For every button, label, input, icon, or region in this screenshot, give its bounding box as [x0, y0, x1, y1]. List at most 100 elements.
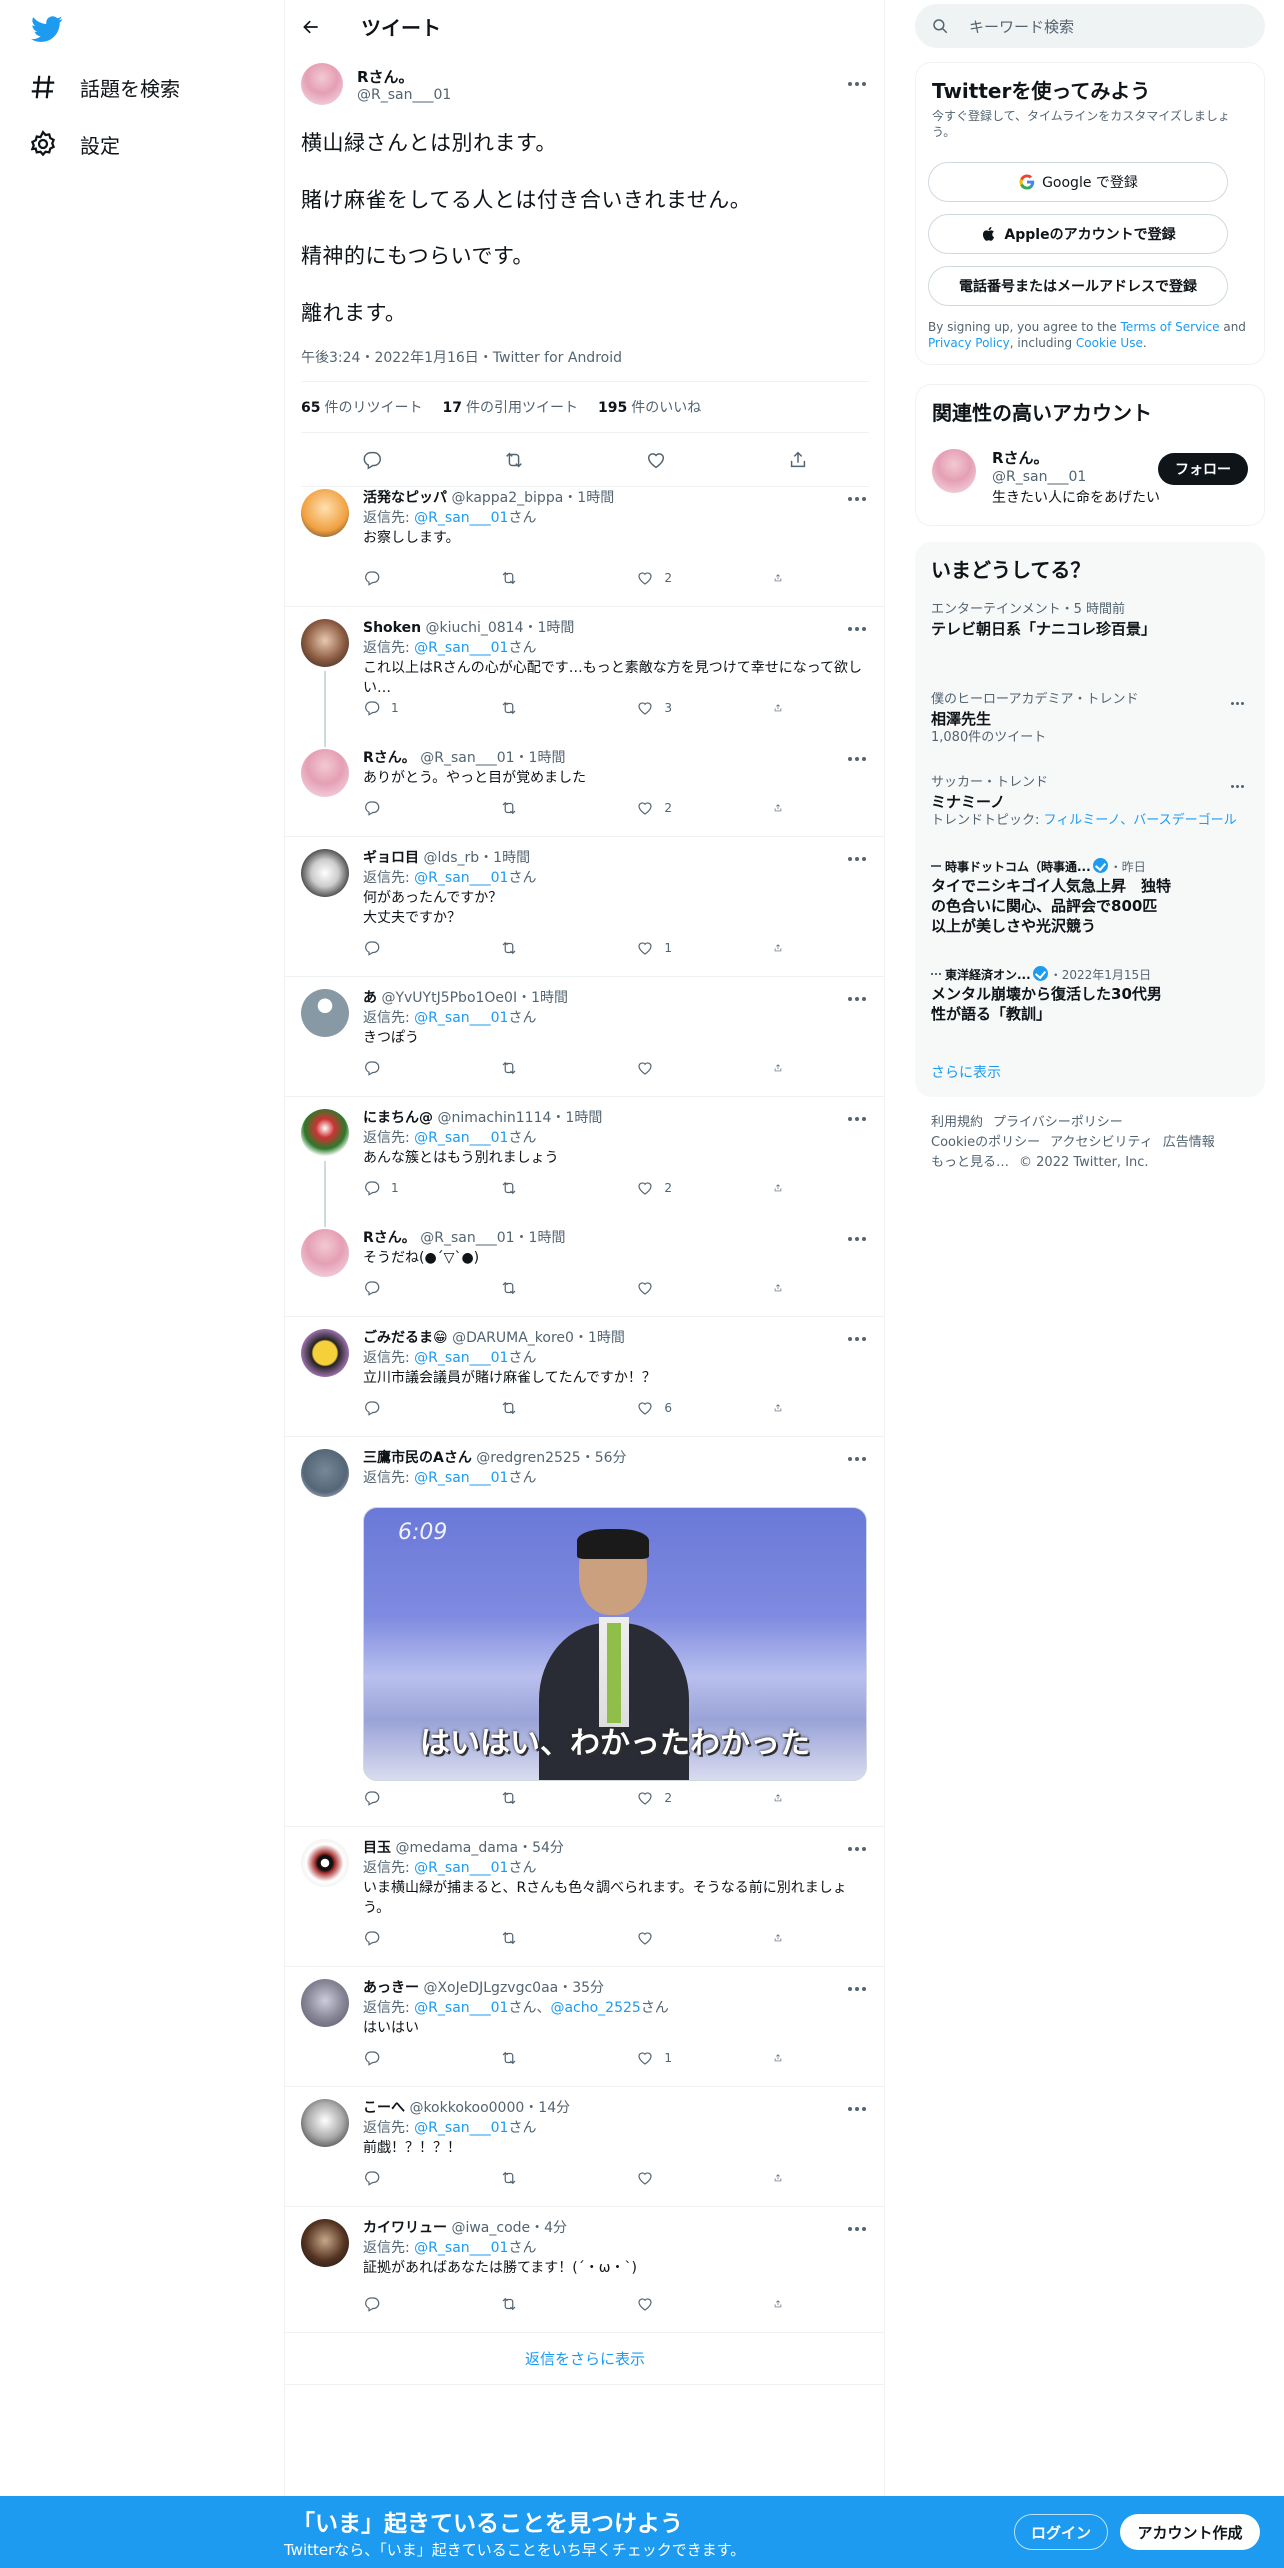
reply-author-handle[interactable]: @iwa_code	[451, 2220, 530, 2236]
share-icon[interactable]	[787, 449, 809, 471]
mention-link[interactable]: @R_san___01	[414, 870, 508, 886]
reply-button[interactable]	[363, 2169, 453, 2187]
avatar[interactable]	[301, 989, 349, 1037]
reply-button[interactable]	[363, 1399, 453, 1417]
author-handle[interactable]: @R_san___01	[357, 87, 451, 103]
reply-tweet[interactable]: ギョロ目 @lds_rb・1時間 返信先: @R_san___01さん 何があったん…	[285, 837, 885, 977]
like-button[interactable]	[636, 2169, 726, 2187]
reply-time[interactable]: ・1時間	[563, 490, 614, 506]
reply-author-handle[interactable]: @R_san___01	[420, 1230, 514, 1246]
reply-button[interactable]	[363, 569, 453, 587]
news-item[interactable]: 東洋経済オン... ・2022年1月15日 メンタル崩壊から復活した30代男性が語…	[931, 966, 1249, 1024]
reply-author-name[interactable]: 三鷹市民のAさん	[363, 1450, 472, 1466]
retweet-button[interactable]	[500, 1059, 590, 1077]
more-icon[interactable]	[845, 74, 869, 94]
mention-link[interactable]: @R_san___01	[414, 1130, 508, 1146]
reply-time[interactable]: ・1時間	[574, 1330, 625, 1346]
mention-link[interactable]: @R_san___01	[414, 1860, 508, 1876]
footer-cookie[interactable]: Cookieのポリシー	[931, 1135, 1040, 1150]
avatar[interactable]	[301, 2219, 349, 2267]
reply-time[interactable]: ・54分	[518, 1840, 564, 1856]
reply-author-handle[interactable]: @YvUYtJ5Pbo1Oe0I	[381, 990, 517, 1006]
avatar[interactable]	[301, 619, 349, 667]
reply-button[interactable]	[363, 2049, 453, 2067]
reply-tweet[interactable]: 三鷹市民のAさん @redgren2525・56分 返信先: @R_san___0…	[285, 1437, 885, 1827]
mention-link[interactable]: @R_san___01	[414, 640, 508, 656]
twitter-logo-icon[interactable]	[30, 14, 64, 44]
mention-link[interactable]: @acho_2525	[550, 2000, 640, 2016]
reply-tweet[interactable]: あ @YvUYtJ5Pbo1Oe0I・1時間 返信先: @R_san___01さん…	[285, 977, 885, 1097]
mention-link[interactable]: @R_san___01	[414, 510, 508, 526]
author-name[interactable]: Rさん。	[357, 66, 451, 87]
reply-tweet[interactable]: にまちん@ @nimachin1114・1時間 返信先: @R_san___01さ…	[285, 1097, 885, 1217]
reply-time[interactable]: ・35分	[558, 1980, 604, 1996]
nav-settings[interactable]: 設定	[28, 116, 120, 172]
footer-terms[interactable]: 利用規約	[931, 1115, 983, 1130]
reply-tweet[interactable]: あっきー @XoJeDJLgzvgc0aa・35分 返信先: @R_san___0…	[285, 1967, 885, 2087]
footer-ads[interactable]: 広告情報	[1163, 1135, 1215, 1150]
avatar[interactable]	[301, 1979, 349, 2027]
reply-tweet[interactable]: 目玉 @medama_dama・54分 返信先: @R_san___01さん いま横…	[285, 1827, 885, 1967]
share-button[interactable]	[773, 1929, 793, 1947]
like-button[interactable]: 2	[636, 569, 726, 587]
more-icon[interactable]	[1225, 695, 1249, 711]
reply-button[interactable]	[363, 1059, 453, 1077]
reply-author-name[interactable]: こーへ	[363, 2100, 405, 2116]
avatar[interactable]	[301, 1839, 349, 1887]
mention-link[interactable]: @R_san___01	[414, 2120, 508, 2136]
share-button[interactable]	[773, 699, 793, 717]
retweet-button[interactable]	[500, 799, 590, 817]
retweet-button[interactable]	[500, 2169, 590, 2187]
share-button[interactable]	[773, 1279, 793, 1297]
avatar[interactable]	[301, 1229, 349, 1277]
heart-icon[interactable]	[645, 449, 667, 471]
trend-item[interactable]: 僕のヒーローアカデミア・トレンド 相澤先生 1,080件のツイート	[931, 691, 1249, 747]
reply-author-handle[interactable]: @R_san___01	[420, 750, 514, 766]
mention-link[interactable]: @R_san___01	[414, 1010, 508, 1026]
reply-icon[interactable]	[361, 449, 383, 471]
reply-author-name[interactable]: Shoken	[363, 620, 421, 636]
tweet-timestamp[interactable]: 午後3:24・2022年1月16日・Twitter for Android	[301, 347, 869, 367]
reply-button[interactable]: 1	[363, 1179, 453, 1197]
share-button[interactable]	[773, 1399, 793, 1417]
login-button[interactable]: ログイン	[1014, 2514, 1108, 2550]
reply-author-name[interactable]: カイワリュー	[363, 2220, 447, 2236]
avatar[interactable]	[301, 749, 349, 797]
footer-more[interactable]: もっと見る…	[931, 1155, 1009, 1170]
cookie-link[interactable]: Cookie Use	[1076, 336, 1143, 350]
retweet-button[interactable]	[500, 1279, 590, 1297]
reply-time[interactable]: ・1時間	[517, 990, 568, 1006]
reply-time[interactable]: ・1時間	[515, 750, 566, 766]
reply-author-name[interactable]: ギョロ目	[363, 850, 419, 866]
reply-time[interactable]: ・1時間	[479, 850, 530, 866]
trends-show-more[interactable]: さらに表示	[931, 1062, 1001, 1082]
back-arrow-icon[interactable]	[301, 15, 325, 39]
reply-author-name[interactable]: Rさん。	[363, 1230, 416, 1246]
reply-author-name[interactable]: 目玉	[363, 1840, 391, 1856]
avatar[interactable]	[301, 1109, 349, 1157]
like-button[interactable]	[636, 2295, 726, 2313]
avatar[interactable]	[301, 1449, 349, 1497]
reply-tweet[interactable]: Rさん。 @R_san___01・1時間 ありがとう。やっと目が覚めました 2	[285, 737, 885, 837]
like-button[interactable]: 3	[636, 699, 726, 717]
like-button[interactable]: 2	[636, 799, 726, 817]
mention-link[interactable]: @R_san___01	[414, 2000, 508, 2016]
nav-explore[interactable]: 話題を検索	[28, 59, 180, 115]
like-button[interactable]	[636, 1059, 726, 1077]
avatar[interactable]	[301, 2099, 349, 2147]
reply-button[interactable]	[363, 939, 453, 957]
reply-author-name[interactable]: 活発なピッパ	[363, 490, 447, 506]
reply-tweet[interactable]: 活発なピッパ @kappa2_bippa・1時間 返信先: @R_san___01…	[285, 477, 885, 607]
more-icon[interactable]	[1225, 778, 1249, 794]
related-name[interactable]: Rさん。	[992, 449, 1160, 468]
retweet-button[interactable]	[500, 1929, 590, 1947]
reply-tweet[interactable]: ごみだるま😁 @DARUMA_kore0・1時間 返信先: @R_san___01…	[285, 1317, 885, 1437]
reply-author-name[interactable]: あっきー	[363, 1980, 419, 1996]
footer-privacy[interactable]: プライバシーポリシー	[993, 1115, 1123, 1130]
reply-author-name[interactable]: ごみだるま😁	[363, 1330, 448, 1346]
retweet-button[interactable]	[500, 699, 590, 717]
mention-link[interactable]: @R_san___01	[414, 2240, 508, 2256]
reply-author-handle[interactable]: @XoJeDJLgzvgc0aa	[423, 1980, 558, 1996]
google-signup-button[interactable]: Google で登録	[928, 162, 1228, 202]
like-button[interactable]	[636, 1929, 726, 1947]
